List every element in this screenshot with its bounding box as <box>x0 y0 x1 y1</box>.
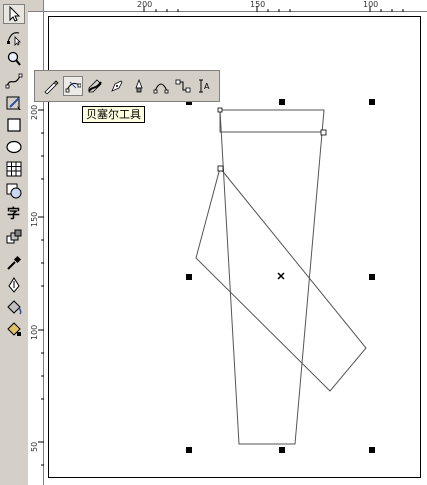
polyline-icon <box>135 78 143 93</box>
bezier-icon <box>65 81 81 93</box>
ellipse-tool-button[interactable] <box>3 137 25 157</box>
paint-bucket-icon <box>7 300 22 315</box>
horizontal-ruler[interactable]: 200 150 100 <box>44 0 427 12</box>
rotated-rectangle-shape[interactable] <box>195 166 367 392</box>
shape-tool-button[interactable] <box>3 27 25 47</box>
interactive-connector-flyout-button[interactable] <box>173 76 193 96</box>
hruler-label: 150 <box>250 0 266 9</box>
graph-paper-tool-button[interactable] <box>3 159 25 179</box>
vruler-label: 150 <box>30 211 39 227</box>
selection-handle <box>369 99 375 105</box>
freehand-tool-button[interactable] <box>3 71 25 91</box>
smart-fill-tool-button[interactable] <box>3 93 25 113</box>
freehand-curve-icon <box>5 73 23 89</box>
artistic-media-icon <box>88 79 102 93</box>
three-point-curve-icon <box>153 83 169 94</box>
ruler-corner[interactable] <box>28 0 44 12</box>
selection-handle <box>369 274 375 280</box>
magnifier-icon <box>7 51 21 66</box>
selection-handle <box>279 447 285 453</box>
hruler-label: 100 <box>363 0 379 9</box>
dimension-flyout-button[interactable]: A <box>195 76 215 96</box>
text-tool-button[interactable]: 字 <box>3 203 25 223</box>
bezier-node[interactable] <box>217 107 223 113</box>
selection-handle <box>186 447 192 453</box>
pen-nib-icon <box>8 277 20 293</box>
vruler-label: 200 <box>30 104 39 120</box>
tool-tooltip: 贝塞尔工具 <box>82 106 145 123</box>
fill-tool-button[interactable] <box>3 297 25 317</box>
selection-handle <box>186 274 192 280</box>
selection-handle <box>279 99 285 105</box>
svg-text:A: A <box>204 82 210 91</box>
vruler-label: 50 <box>30 441 39 452</box>
selection-handle <box>369 447 375 453</box>
dimension-icon: A <box>199 79 210 93</box>
toolbox: 字 <box>0 0 29 485</box>
text-icon: 字 <box>7 206 20 222</box>
eyedropper-icon <box>7 255 22 270</box>
basic-shapes-tool-button[interactable] <box>3 181 25 201</box>
freehand-icon <box>44 80 59 94</box>
interactive-blend-tool-button[interactable] <box>3 227 25 247</box>
svg-text:字: 字 <box>7 206 20 222</box>
bezier-node[interactable] <box>217 165 224 172</box>
artistic-media-flyout-button[interactable] <box>85 76 105 96</box>
smart-drawing-icon <box>6 96 21 110</box>
eyedropper-tool-button[interactable] <box>3 253 25 273</box>
connector-icon <box>175 79 191 93</box>
shape-node-icon <box>7 32 21 46</box>
interactive-fill-tool-button[interactable] <box>3 319 25 339</box>
pen-icon <box>111 80 123 92</box>
pen-flyout-button[interactable] <box>107 76 127 96</box>
center-marker-icon[interactable] <box>277 272 285 280</box>
bezier-flyout-button[interactable] <box>63 76 83 96</box>
three-point-curve-flyout-button[interactable] <box>151 76 171 96</box>
outline-tool-button[interactable] <box>3 275 25 295</box>
freehand-flyout-button[interactable] <box>41 76 61 96</box>
rectangle-tool-button[interactable] <box>3 115 25 135</box>
interactive-fill-icon <box>7 322 21 336</box>
bezier-node[interactable] <box>320 129 327 136</box>
blend-icon <box>6 229 22 244</box>
arrow-pointer-icon <box>9 5 21 22</box>
pick-tool-button[interactable] <box>3 4 25 24</box>
bezier-path[interactable] <box>219 110 324 133</box>
grid-icon <box>6 161 22 177</box>
polyline-flyout-button[interactable] <box>129 76 149 96</box>
hruler-label: 200 <box>137 0 153 9</box>
vruler-label: 100 <box>30 324 39 340</box>
rectangle-icon <box>7 118 21 132</box>
ellipse-icon <box>6 140 22 154</box>
basic-shapes-icon <box>6 183 22 199</box>
zoom-tool-button[interactable] <box>3 49 25 69</box>
curve-tools-flyout: A <box>34 70 220 102</box>
